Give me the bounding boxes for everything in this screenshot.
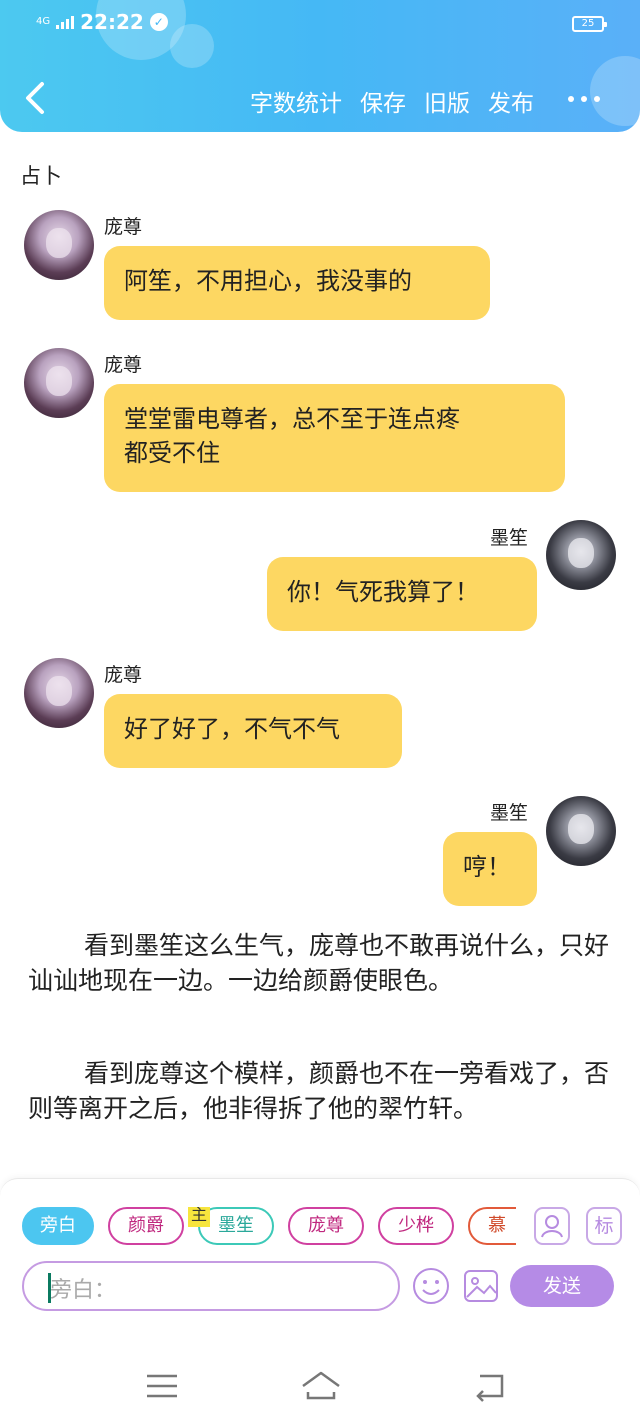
clock: 22:22 [80,10,144,34]
chip-shaohua[interactable]: 少桦 [378,1207,454,1245]
publish-button[interactable]: 发布 [488,84,534,118]
back-nav-icon[interactable] [472,1370,508,1402]
status-bar: 4G 22:22 ✓ [36,10,168,34]
message-text: 你！气死我算了！ [287,578,479,606]
message-bubble[interactable]: 阿笙，不用担心，我没事的 [104,246,490,320]
avatar[interactable] [24,348,94,418]
send-button[interactable]: 发送 [510,1265,614,1307]
battery-icon: 25 [572,16,607,32]
person-icon[interactable] [534,1207,570,1245]
chip-pangzun[interactable]: 庞尊 [288,1207,364,1245]
sender-name: 庞尊 [104,664,143,686]
chevron-left-icon [26,82,44,114]
message-text: 阿笙，不用担心，我没事的 [124,267,412,295]
composer-panel: 旁白 颜爵 墨笙 主 庞尊 少桦 慕 标 旁白： 发送 [0,1178,640,1348]
menu-icon[interactable] [144,1370,180,1402]
main-character-tag: 主 [188,1207,211,1227]
character-chip-list: 旁白 颜爵 墨笙 主 庞尊 少桦 慕 [22,1207,516,1247]
decor-bubble [590,56,640,126]
old-version-button[interactable]: 旧版 [424,84,470,118]
message-text: 堂堂雷电尊者，总不至于连点疼 [124,405,460,433]
avatar[interactable] [24,658,94,728]
narration-paragraph[interactable]: 看到墨笙这么生气，庞尊也不敢再说什么，只好讪讪地现在一边。一边给颜爵使眼色。 [28,928,612,998]
message-input[interactable]: 旁白： [22,1261,400,1311]
message-bubble[interactable]: 哼！ [443,832,537,906]
avatar[interactable] [546,520,616,590]
avatar[interactable] [24,210,94,280]
battery-level: 25 [581,18,595,29]
avatar[interactable] [546,796,616,866]
signal-icon [56,15,75,29]
alarm-icon: ✓ [149,13,168,31]
back-button[interactable] [22,80,50,116]
decor-bubble [170,24,214,68]
home-icon[interactable] [300,1370,342,1402]
sender-name: 庞尊 [104,354,143,376]
message-text: 都受不住 [124,439,220,467]
network-label: 4G [36,16,51,27]
scene-title: 占卜 [20,164,62,188]
chip-mu[interactable]: 慕 [468,1207,516,1245]
narration-paragraph[interactable]: 看到庞尊这个模样，颜爵也不在一旁看戏了，否则等离开之后，他非得拆了他的翠竹轩。 [28,1056,612,1126]
sender-name: 墨笙 [490,802,529,824]
emoji-icon[interactable] [412,1267,450,1305]
image-icon[interactable] [462,1267,500,1305]
save-button[interactable]: 保存 [360,84,406,118]
message-text: 哼！ [463,853,511,881]
input-placeholder: 旁白： [50,1278,117,1303]
word-count-button[interactable]: 字数统计 [250,84,342,118]
more-options-icon[interactable] [568,96,600,102]
message-bubble[interactable]: 堂堂雷电尊者，总不至于连点疼 都受不住 [104,384,565,492]
text-cursor [48,1273,51,1303]
sender-name: 庞尊 [104,216,143,238]
message-bubble[interactable]: 好了好了，不气不气 [104,694,402,768]
system-navigation-bar [0,1348,640,1422]
tag-icon[interactable]: 标 [586,1207,622,1245]
message-text: 好了好了，不气不气 [124,715,340,743]
chip-yanjue[interactable]: 颜爵 [108,1207,184,1245]
message-bubble[interactable]: 你！气死我算了！ [267,557,537,631]
top-bar: 4G 22:22 ✓ 25 字数统计 保存 旧版 发布 [0,0,640,132]
header-menu: 字数统计 保存 旧版 发布 [250,84,534,118]
chip-narrator[interactable]: 旁白 [22,1207,94,1245]
sender-name: 墨笙 [490,527,529,549]
